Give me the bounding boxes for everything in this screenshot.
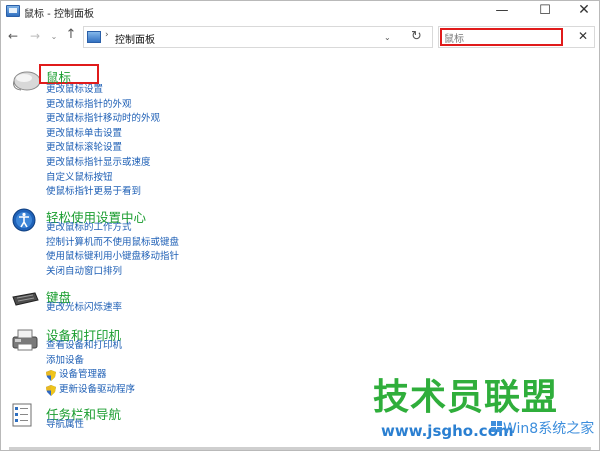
- recent-locations-icon[interactable]: ⌄: [47, 32, 61, 41]
- link-mouse-keys-numpad[interactable]: 使用鼠标键利用小键盘移动指针: [46, 250, 179, 265]
- link-change-mouse-settings[interactable]: 更改鼠标设置: [46, 83, 160, 98]
- search-input[interactable]: [440, 28, 563, 46]
- address-dropdown-icon[interactable]: ⌄: [384, 33, 391, 42]
- category-links-keyboard: 更改光标闪烁速率: [46, 301, 122, 316]
- mouse-icon: [13, 71, 41, 91]
- minimize-button[interactable]: —: [485, 1, 519, 22]
- uac-shield-icon: [46, 370, 56, 382]
- refresh-icon[interactable]: ↻: [411, 29, 422, 44]
- control-panel-app-icon: [6, 5, 20, 17]
- maximize-button[interactable]: ☐: [528, 1, 562, 22]
- close-button[interactable]: ✕: [567, 1, 600, 22]
- category-links-devices-printers: 查看设备和打印机 添加设备 设备管理器 更新设备驱动程序: [46, 339, 135, 397]
- link-change-pointer-appearance[interactable]: 更改鼠标指针的外观: [46, 98, 160, 113]
- back-arrow-icon[interactable]: ←: [6, 29, 20, 43]
- clear-search-icon[interactable]: ✕: [578, 29, 588, 43]
- control-panel-window: 鼠标 - 控制面板 — ☐ ✕ ← → ⌄ ↑ › 控制面板 ⌄ ↻ ✕: [0, 0, 600, 451]
- watermark-subtitle: Win8系统之家: [503, 421, 595, 437]
- title-bar: 鼠标 - 控制面板 — ☐ ✕: [1, 1, 599, 22]
- category-links-mouse: 更改鼠标设置 更改鼠标指针的外观 更改鼠标指针移动时的外观 更改鼠标单击设置 更…: [46, 83, 160, 200]
- printer-icon: [12, 329, 38, 351]
- category-links-taskbar-navigation: 导航属性: [46, 418, 84, 433]
- watermark: 技术员联盟 www.jsgho.com Win8系统之家: [373, 378, 600, 451]
- forward-arrow-icon[interactable]: →: [28, 29, 42, 43]
- link-change-cursor-blink-rate[interactable]: 更改光标闪烁速率: [46, 301, 122, 316]
- search-box[interactable]: ✕: [438, 26, 595, 48]
- link-change-mouse-works[interactable]: 更改鼠标的工作方式: [46, 221, 179, 236]
- ease-of-access-icon: [12, 208, 36, 232]
- link-change-pointer-moving-appearance[interactable]: 更改鼠标指针移动时的外观: [46, 112, 160, 127]
- windows-logo-icon: [491, 421, 502, 432]
- link-update-device-drivers[interactable]: 更新设备驱动程序: [46, 383, 135, 398]
- link-change-wheel-settings[interactable]: 更改鼠标滚轮设置: [46, 141, 160, 156]
- link-update-device-drivers-label: 更新设备驱动程序: [59, 383, 136, 395]
- breadcrumb-separator-icon[interactable]: ›: [105, 30, 109, 40]
- link-navigation-properties[interactable]: 导航属性: [46, 418, 84, 433]
- link-change-pointer-display-speed[interactable]: 更改鼠标指针显示或速度: [46, 156, 160, 171]
- link-control-without-mouse-keyboard[interactable]: 控制计算机而不使用鼠标或键盘: [46, 236, 179, 251]
- window-title: 鼠标 - 控制面板: [24, 9, 94, 20]
- link-device-manager[interactable]: 设备管理器: [46, 368, 135, 383]
- link-customize-mouse-buttons[interactable]: 自定义鼠标按钮: [46, 171, 160, 186]
- address-bar[interactable]: › 控制面板 ⌄ ↻: [83, 26, 433, 48]
- control-panel-folder-icon: [87, 31, 101, 43]
- link-view-devices-printers[interactable]: 查看设备和打印机: [46, 339, 135, 354]
- up-arrow-icon[interactable]: ↑: [64, 27, 78, 42]
- taskbar-icon: [12, 403, 32, 427]
- category-links-ease-of-access: 更改鼠标的工作方式 控制计算机而不使用鼠标或键盘 使用鼠标键利用小键盘移动指针 …: [46, 221, 179, 279]
- uac-shield-icon: [46, 384, 56, 396]
- link-make-pointer-easier-to-see[interactable]: 使鼠标指针更易于看到: [46, 185, 160, 200]
- navigation-bar: ← → ⌄ ↑ › 控制面板 ⌄ ↻ ✕: [1, 24, 599, 52]
- link-device-manager-label: 设备管理器: [59, 369, 107, 381]
- breadcrumb-control-panel[interactable]: 控制面板: [115, 31, 155, 46]
- link-add-device[interactable]: 添加设备: [46, 354, 135, 369]
- link-change-click-settings[interactable]: 更改鼠标单击设置: [46, 127, 160, 142]
- link-turn-off-window-arrange[interactable]: 关闭自动窗口排列: [46, 265, 179, 280]
- keyboard-icon: [12, 292, 39, 306]
- watermark-title: 技术员联盟: [373, 377, 559, 418]
